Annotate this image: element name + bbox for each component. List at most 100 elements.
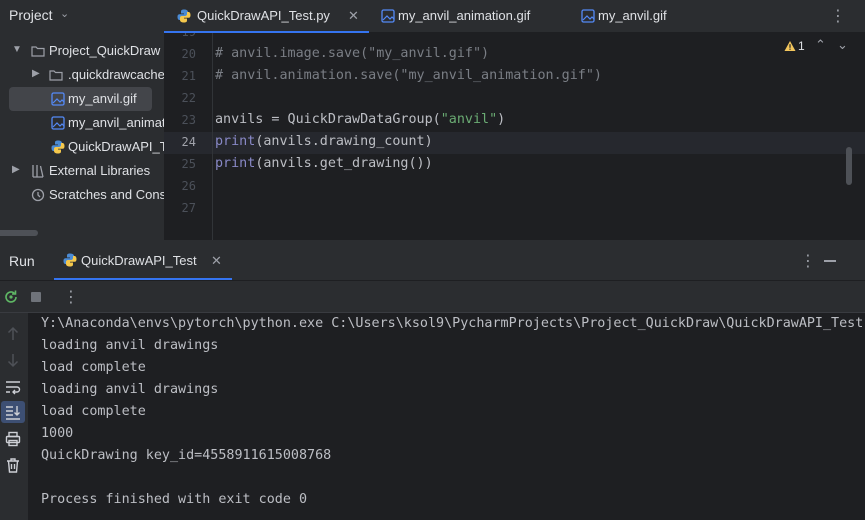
code-line[interactable]: 21 # anvil.animation.save("my_anvil_anima… — [164, 66, 865, 88]
horizontal-scrollbar[interactable] — [0, 230, 38, 236]
chevron-up-icon[interactable]: ⌃ — [815, 37, 826, 53]
vertical-scrollbar[interactable] — [846, 147, 852, 185]
chevron-right-icon[interactable]: ▶ — [32, 68, 40, 79]
folder-icon — [49, 70, 63, 81]
line-number[interactable]: 27 — [164, 201, 196, 215]
tree-item-quickdrawapi-test-py[interactable]: QuickDrawAPI_Test.py — [0, 135, 164, 159]
stop-icon[interactable] — [27, 288, 45, 306]
tab-label: my_anvil_animation.gif — [398, 8, 531, 23]
code-line[interactable]: 20 # anvil.image.save("my_anvil.gif") — [164, 44, 865, 66]
chevron-down-icon[interactable]: ▼ — [12, 44, 22, 55]
run-panel: Run QuickDrawAPI_Test ✕ ⋮ ⋮ Y:\Anaconda\… — [0, 240, 865, 520]
code-line[interactable]: 19 — [164, 33, 865, 44]
code-token: ) — [497, 112, 506, 127]
more-vertical-icon[interactable]: ⋮ — [63, 287, 79, 307]
tab-quickdrawapi-test-py[interactable]: QuickDrawAPI_Test.py ✕ — [164, 0, 369, 33]
rerun-icon[interactable] — [2, 288, 20, 306]
scratches-icon — [31, 188, 45, 202]
scroll-to-end-icon — [6, 406, 20, 420]
folder-icon — [31, 46, 45, 57]
run-toolbar: ⋮ — [0, 281, 865, 313]
code-text: anvils = QuickDrawDataGroup("anvil") — [215, 112, 505, 127]
code-line[interactable]: 24 print(anvils.drawing_count) — [164, 132, 865, 154]
close-icon[interactable]: ✕ — [348, 8, 359, 24]
code-text: # anvil.image.save("my_anvil.gif") — [215, 46, 489, 61]
run-panel-header: Run QuickDrawAPI_Test ✕ ⋮ — [0, 240, 865, 281]
code-token: anvils = QuickDrawDataGroup( — [215, 112, 441, 127]
close-icon[interactable]: ✕ — [211, 253, 222, 269]
trash-icon[interactable] — [4, 456, 22, 474]
python-file-icon — [51, 140, 65, 154]
warning-count: 1 — [798, 39, 805, 53]
image-file-icon — [51, 116, 65, 130]
code-line[interactable]: 27 — [164, 198, 865, 220]
console-output[interactable]: Y:\Anaconda\envs\pytorch\python.exe C:\U… — [28, 313, 865, 520]
python-file-icon — [63, 253, 77, 267]
tree-item-external-libraries[interactable]: ▶ External Libraries — [0, 159, 164, 183]
code-editor[interactable]: 19 20 # anvil.image.save("my_anvil.gif") 21… — [164, 33, 865, 240]
gutter-divider — [212, 33, 213, 240]
code-line[interactable]: 23 anvils = QuickDrawDataGroup("anvil") — [164, 110, 865, 132]
console-line: loading anvil drawings — [41, 382, 219, 397]
more-vertical-icon[interactable]: ⋮ — [830, 6, 846, 26]
tab-my-anvil-animation-gif[interactable]: my_anvil_animation.gif — [369, 0, 569, 32]
code-line[interactable]: 26 — [164, 176, 865, 198]
line-number[interactable]: 21 — [164, 69, 196, 83]
tree-item-label: Scratches and Consoles — [49, 187, 164, 202]
warning-icon[interactable] — [784, 40, 796, 52]
line-number[interactable]: 25 — [164, 157, 196, 171]
tree-item-scratches-and-consoles[interactable]: Scratches and Consoles — [0, 183, 164, 207]
tree-item-label: QuickDrawAPI_Test.py — [68, 139, 164, 154]
line-number[interactable]: 24 — [164, 135, 196, 149]
project-panel: Project ⌄ ▼ Project_QuickDraw ▶ .quickdr… — [0, 0, 164, 240]
arrow-down-icon[interactable] — [4, 351, 22, 369]
tree-item-label: my_anvil.gif — [68, 91, 137, 106]
line-number[interactable]: 23 — [164, 113, 196, 127]
line-number[interactable]: 22 — [164, 91, 196, 105]
run-panel-title: Run — [9, 253, 35, 269]
project-panel-header[interactable]: Project ⌄ — [0, 0, 164, 30]
code-text: print(anvils.get_drawing()) — [215, 156, 433, 171]
tree-item-my-anvil-animation-gif[interactable]: my_anvil_animation.gif — [0, 111, 164, 135]
console-line: loading anvil drawings — [41, 338, 219, 353]
minimize-icon[interactable] — [824, 260, 836, 262]
tree-item-label: External Libraries — [49, 163, 151, 178]
tab-label: QuickDrawAPI_Test.py — [197, 8, 330, 23]
chevron-down-icon[interactable]: ⌄ — [837, 37, 848, 53]
python-file-icon — [177, 9, 191, 23]
code-text: print(anvils.drawing_count) — [215, 134, 433, 149]
line-number[interactable]: 20 — [164, 47, 196, 61]
image-file-icon — [51, 92, 65, 106]
code-token: (anvils.get_drawing()) — [255, 156, 433, 171]
console-line: load complete — [41, 360, 146, 375]
code-token: (anvils.drawing_count) — [255, 134, 433, 149]
tree-item-label: Project_QuickDraw — [49, 43, 161, 58]
tree-item-label: .quickdrawcache — [68, 67, 164, 82]
tree-item-project-root[interactable]: ▼ Project_QuickDraw — [0, 39, 164, 63]
tree-item-my-anvil-gif[interactable]: my_anvil.gif — [9, 87, 152, 111]
code-token: print — [215, 134, 256, 149]
code-line[interactable]: 25 print(anvils.get_drawing()) — [164, 154, 865, 176]
chevron-down-icon[interactable]: ⌄ — [60, 7, 69, 20]
line-number[interactable]: 19 — [164, 33, 196, 39]
code-token: # anvil.image.save("my_anvil.gif") — [215, 46, 490, 61]
console-line: 1000 — [41, 426, 74, 441]
arrow-up-icon[interactable] — [4, 325, 22, 343]
scroll-to-end-toggle[interactable] — [1, 401, 25, 423]
line-number[interactable]: 26 — [164, 179, 196, 193]
editor-tab-bar: QuickDrawAPI_Test.py ✕ my_anvil_animatio… — [164, 0, 865, 33]
print-icon[interactable] — [4, 430, 22, 448]
code-line[interactable]: 22 — [164, 88, 865, 110]
chevron-right-icon[interactable]: ▶ — [12, 164, 20, 175]
tab-run-configuration[interactable]: QuickDrawAPI_Test ✕ — [54, 240, 232, 280]
tree-item-quickdrawcache[interactable]: ▶ .quickdrawcache — [0, 63, 164, 87]
inspection-widget[interactable]: 1 ⌃ ⌄ — [784, 37, 864, 57]
more-vertical-icon[interactable]: ⋮ — [800, 251, 816, 271]
tab-label: my_anvil.gif — [598, 8, 667, 23]
console-line: Y:\Anaconda\envs\pytorch\python.exe C:\U… — [41, 316, 865, 331]
tab-my-anvil-gif[interactable]: my_anvil.gif — [569, 0, 719, 32]
soft-wrap-icon[interactable] — [4, 378, 22, 396]
project-panel-title[interactable]: Project — [9, 7, 53, 23]
code-token: # anvil.animation.save("my_anvil_animati… — [215, 68, 602, 83]
code-text: # anvil.animation.save("my_anvil_animati… — [215, 68, 602, 83]
